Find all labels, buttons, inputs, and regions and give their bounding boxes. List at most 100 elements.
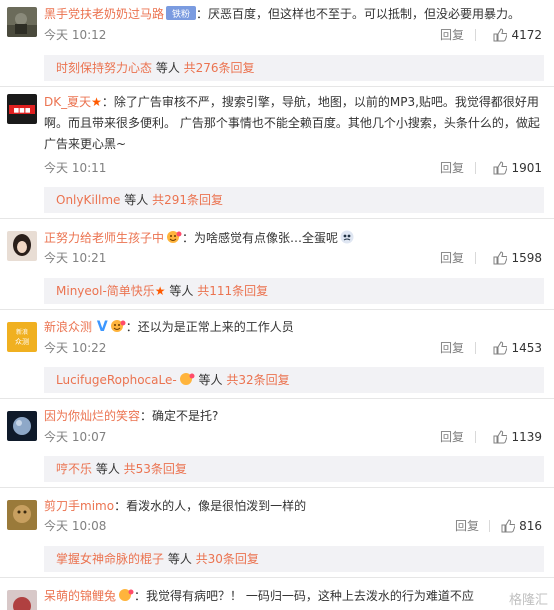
fan-badge: 铁粉	[166, 6, 197, 27]
sub-reply-box[interactable]: OnlyKillme 等人 共291条回复	[44, 187, 544, 213]
username-link[interactable]: 新浪众测	[44, 320, 92, 334]
timestamp: 今天 10:11	[44, 161, 107, 175]
username-link[interactable]: 正努力给老师生孩子中	[44, 231, 164, 245]
like-button[interactable]: 1598	[493, 249, 542, 267]
sub-reply-total[interactable]: 共111条回复	[197, 284, 268, 298]
like-button[interactable]: 4172	[493, 26, 542, 44]
reply-button[interactable]: 回复	[440, 339, 464, 357]
face-emoji-icon	[340, 230, 354, 251]
sub-reply-user[interactable]: 时刻保持努力心态	[56, 61, 152, 75]
comment-body: ：确定不是托?	[140, 409, 219, 423]
avatar[interactable]: 新浪 众测	[7, 322, 37, 352]
thumbs-up-icon	[493, 161, 509, 175]
comment-meta: 今天 10:22 回复 1453	[44, 339, 542, 357]
svg-text:■■■: ■■■	[13, 107, 30, 114]
comment-meta: 今天 10:07 回复 1139	[44, 428, 542, 446]
username-link[interactable]: DK_夏天	[44, 95, 91, 109]
sub-reply-user[interactable]: LucifugeRophocaLe-	[56, 373, 177, 387]
comment-body: ：除了广告审核不严，搜索引擎，导航，地图，以前的MP3,贴吧。我觉得都很好用啊。…	[44, 95, 540, 151]
like-count: 1901	[511, 161, 542, 175]
sub-reply-total[interactable]: 共53条回复	[124, 462, 187, 476]
like-button[interactable]: 1453	[493, 339, 542, 357]
username-link[interactable]: 呆萌的锦鲤兔	[44, 589, 116, 603]
like-button[interactable]: 816	[501, 517, 542, 535]
emoji-icon	[166, 230, 182, 251]
sub-reply-box[interactable]: 哼不乐 等人 共53条回复	[44, 456, 544, 482]
like-count: 1598	[511, 251, 542, 265]
sub-reply-total[interactable]: 共32条回复	[226, 373, 289, 387]
like-count: 4172	[511, 28, 542, 42]
comment-text-line: 新浪众测 V ：还以为是正常上来的工作人员	[44, 317, 542, 340]
avatar[interactable]: ■■■	[7, 94, 37, 124]
emoji-icon	[179, 369, 195, 395]
avatar[interactable]	[7, 231, 37, 261]
comment-list: 黑手党扶老奶奶过马路 铁粉 ：厌恶百度，但这样也不至于。可以抵制，但没必要用暴力…	[0, 0, 554, 610]
sub-reply-user[interactable]: OnlyKillme	[56, 193, 120, 207]
comment-text-line: 正努力给老师生孩子中 ：为啥感觉有点像张…全蛋呢	[44, 228, 542, 251]
avatar[interactable]	[7, 500, 37, 530]
avatar[interactable]	[7, 590, 37, 610]
divider	[0, 487, 554, 488]
comment-text-line: DK_夏天★：除了广告审核不严，搜索引擎，导航，地图，以前的MP3,贴吧。我觉得…	[44, 92, 542, 155]
comment-body: ：我觉得有病吧？！ 一码归一码，这种上去泼水的行为难道不应该拘留？	[134, 589, 474, 603]
divider	[475, 29, 476, 41]
sub-reply-total[interactable]: 共291条回复	[152, 193, 223, 207]
divider	[0, 577, 554, 578]
timestamp: 今天 10:22	[44, 341, 107, 355]
avatar[interactable]	[7, 411, 37, 441]
like-count: 1139	[511, 430, 542, 444]
reply-button[interactable]: 回复	[440, 26, 464, 44]
comment-text-line: 黑手党扶老奶奶过马路 铁粉 ：厌恶百度，但这样也不至于。可以抵制，但没必要用暴力…	[44, 4, 542, 27]
like-button[interactable]: 1139	[493, 428, 542, 446]
sub-reply-box[interactable]: 掌握女神命脉的棍子 等人 共30条回复	[44, 546, 544, 572]
comment-meta: 今天 10:08 回复 816	[44, 517, 542, 535]
comment-meta: 今天 10:12 回复 4172	[44, 26, 542, 44]
sub-reply-total[interactable]: 共30条回复	[196, 552, 259, 566]
reply-button[interactable]: 回复	[440, 249, 464, 267]
timestamp: 今天 10:12	[44, 28, 107, 42]
star-icon: ★	[154, 284, 166, 298]
star-icon: ★	[91, 95, 102, 109]
sub-reply-mid: 等人	[120, 193, 153, 207]
like-button[interactable]: 1901	[493, 159, 542, 177]
sub-reply-user[interactable]: 哼不乐	[56, 462, 92, 476]
username-link[interactable]: 因为你灿烂的笑容	[44, 409, 140, 423]
username-link[interactable]: 黑手党扶老奶奶过马路	[44, 7, 164, 21]
thumbs-up-icon	[493, 28, 509, 42]
svg-text:众测: 众测	[15, 338, 29, 346]
comment-meta: 今天 10:11 回复 1901	[44, 159, 542, 177]
thumbs-up-icon	[493, 341, 509, 355]
comment-text-line: 剪刀手mimo：看泼水的人，像是很怕泼到一样的	[44, 496, 542, 517]
divider	[475, 431, 476, 443]
thumbs-up-icon	[493, 251, 509, 265]
avatar[interactable]	[7, 7, 37, 37]
divider	[0, 309, 554, 310]
username-link[interactable]: 剪刀手mimo	[44, 499, 114, 513]
reply-button[interactable]: 回复	[440, 428, 464, 446]
comment-meta: 今天 10:21 回复 1598	[44, 249, 542, 267]
like-count: 1453	[511, 341, 542, 355]
divider	[489, 520, 490, 532]
sub-reply-mid: 等人	[194, 373, 227, 387]
emoji-icon	[110, 319, 126, 340]
sub-reply-mid: 等人	[92, 462, 124, 476]
comment-text-line: 呆萌的锦鲤兔 ：我觉得有病吧？！ 一码归一码，这种上去泼水的行为难道不应该拘留？	[44, 586, 474, 609]
divider	[0, 86, 554, 87]
sub-reply-box[interactable]: Minyeol-简单快乐★ 等人 共111条回复	[44, 278, 544, 304]
reply-button[interactable]: 回复	[440, 159, 464, 177]
thumbs-up-icon	[501, 519, 516, 533]
sub-reply-user[interactable]: 掌握女神命脉的棍子	[56, 552, 164, 566]
sub-reply-total[interactable]: 共276条回复	[184, 61, 255, 75]
reply-button[interactable]: 回复	[455, 517, 479, 535]
verified-icon: V	[92, 319, 108, 335]
sub-reply-user[interactable]: Minyeol-简单快乐	[56, 284, 155, 298]
emoji-icon	[118, 588, 134, 609]
timestamp: 今天 10:08	[44, 519, 107, 533]
sub-reply-box[interactable]: LucifugeRophocaLe- 等人 共32条回复	[44, 367, 544, 393]
sub-reply-mid: 等人	[152, 61, 184, 75]
timestamp: 今天 10:07	[44, 430, 107, 444]
comment-text-line: 因为你灿烂的笑容：确定不是托?	[44, 406, 542, 427]
comment-body: ：厌恶百度，但这样也不至于。可以抵制，但没必要用暴力。	[196, 7, 521, 21]
sub-reply-box[interactable]: 时刻保持努力心态 等人 共276条回复	[44, 55, 544, 81]
divider	[475, 342, 476, 354]
